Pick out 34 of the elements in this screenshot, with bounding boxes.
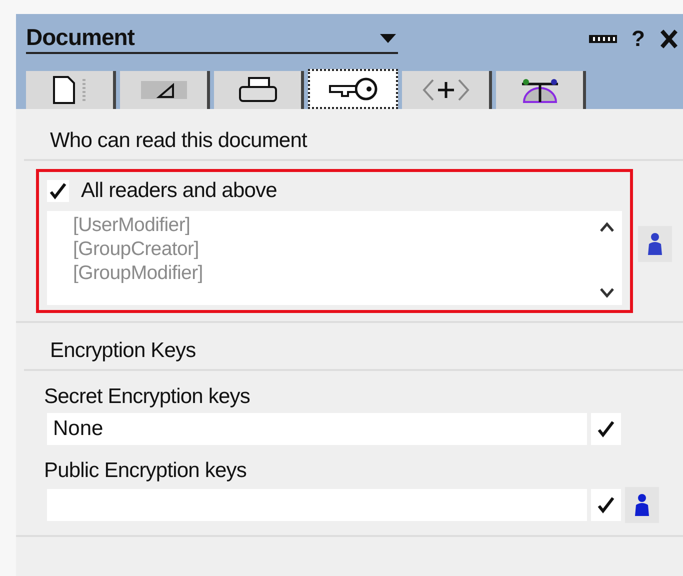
dropdown-arrow-icon[interactable] [378, 32, 398, 44]
field-label: Public Encryption keys [43, 458, 248, 484]
code-brackets-icon [420, 77, 470, 103]
people-button[interactable] [625, 487, 659, 523]
dock-icon[interactable] [588, 34, 618, 44]
list-item[interactable]: [GroupModifier] [73, 261, 592, 285]
tab[interactable] [496, 71, 586, 109]
section-heading: Who can read this document [24, 109, 683, 161]
check-icon [596, 495, 616, 515]
readers-list[interactable]: [UserModifier] [GroupCreator] [GroupModifier] [47, 211, 622, 305]
tab[interactable] [26, 71, 116, 109]
people-button[interactable] [638, 226, 672, 262]
tab[interactable] [308, 69, 398, 109]
help-button[interactable]: ? [632, 26, 645, 52]
list-item[interactable]: [UserModifier] [73, 213, 592, 237]
scroll-up-icon[interactable] [599, 221, 615, 233]
check-button[interactable] [591, 489, 621, 521]
check-icon [48, 181, 68, 201]
section-heading: Encryption Keys [24, 323, 683, 371]
key-icon [326, 76, 380, 102]
tab[interactable] [120, 71, 210, 109]
printer-icon [236, 76, 278, 104]
check-button[interactable] [591, 413, 621, 445]
text-field[interactable]: None [47, 413, 587, 445]
tab[interactable] [402, 71, 492, 109]
scroll-down-icon[interactable] [599, 287, 615, 299]
field-label: Secret Encryption keys [43, 384, 251, 410]
close-icon[interactable] [659, 29, 679, 49]
title-dropdown[interactable]: Document [26, 24, 398, 54]
list-item[interactable]: [GroupCreator] [73, 237, 592, 261]
checkbox[interactable] [47, 180, 69, 202]
tab[interactable] [214, 71, 304, 109]
check-icon [596, 419, 616, 439]
checkbox-label: All readers and above [81, 179, 277, 203]
